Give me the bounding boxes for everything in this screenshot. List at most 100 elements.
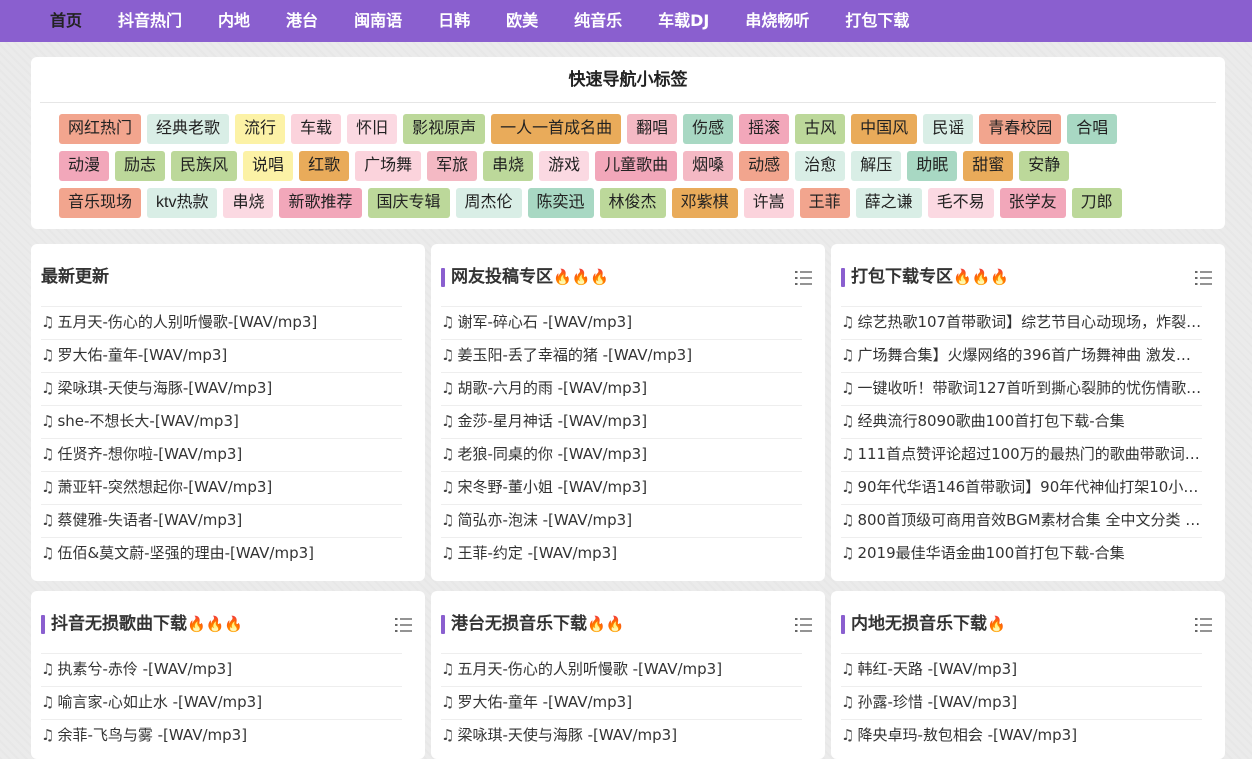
- nav-tag[interactable]: 车载: [291, 114, 342, 144]
- nav-tag[interactable]: 军旅: [427, 151, 478, 181]
- fire-icons: 🔥: [987, 615, 1006, 633]
- list-item[interactable]: ♫ 罗大佑-童年-[WAV/mp3]: [41, 340, 402, 373]
- nav-tag[interactable]: 毛不易: [927, 188, 994, 218]
- list-menu-icon[interactable]: [395, 617, 412, 633]
- list-item[interactable]: ♫ 姜玉阳-丢了幸福的猪 -[WAV/mp3]: [441, 340, 802, 373]
- list-item[interactable]: ♫ 蔡健雅-失语者-[WAV/mp3]: [41, 505, 402, 538]
- nav-tag[interactable]: 安静: [1019, 151, 1070, 181]
- nav-tag[interactable]: 甜蜜: [963, 151, 1014, 181]
- list-item[interactable]: ♫ 广场舞合集】火爆网络的396首广场舞神曲 激发活力: [841, 340, 1202, 373]
- music-note-icon: ♫: [841, 478, 855, 496]
- list-item[interactable]: ♫ she-不想长大-[WAV/mp3]: [41, 406, 402, 439]
- nav-tag[interactable]: 影视原声: [403, 114, 486, 144]
- nav-tag[interactable]: 摇滚: [739, 114, 790, 144]
- nav-tag[interactable]: 中国风: [851, 114, 918, 144]
- list-item[interactable]: ♫800首顶级可商用音效BGM素材合集 全中文分类 免费下载: [841, 505, 1202, 538]
- nav-tag[interactable]: 王菲: [799, 188, 850, 218]
- list-item[interactable]: ♫ 宋冬野-董小姐 -[WAV/mp3]: [441, 472, 802, 505]
- list-item[interactable]: ♫ 韩红-天路 -[WAV/mp3]: [841, 654, 1202, 687]
- nav-tag[interactable]: 林俊杰: [599, 188, 666, 218]
- nav-tag[interactable]: 流行: [235, 114, 286, 144]
- list-item[interactable]: ♫ 90年代华语146首带歌词】90年代神仙打架10小时完整: [841, 472, 1202, 505]
- list-item[interactable]: ♫ 梁咏琪-天使与海豚 -[WAV/mp3]: [441, 720, 802, 753]
- list-item[interactable]: ♫ 综艺热歌107首带歌词】综艺节目心动现场，炸裂全场: [841, 307, 1202, 340]
- list-item[interactable]: ♫ 经典流行8090歌曲100首打包下载-合集: [841, 406, 1202, 439]
- nav-item-jp-kr[interactable]: 日韩: [438, 1, 470, 41]
- nav-tag[interactable]: 动漫: [59, 151, 110, 181]
- nav-tag[interactable]: 青春校园: [979, 114, 1062, 144]
- nav-tag[interactable]: 动感: [739, 151, 790, 181]
- list-item[interactable]: ♫ 111首点赞评论超过100万的最热门的歌曲带歌词合集: [841, 439, 1202, 472]
- list-item[interactable]: ♫ 五月天-伤心的人别听慢歌 -[WAV/mp3]: [441, 654, 802, 687]
- nav-item-medley[interactable]: 串烧畅听: [745, 1, 809, 41]
- list-item[interactable]: ♫ 降央卓玛-敖包相会 -[WAV/mp3]: [841, 720, 1202, 753]
- list-item[interactable]: ♫ 喻言家-心如止水 -[WAV/mp3]: [41, 687, 402, 720]
- nav-tag[interactable]: 陈奕迅: [527, 188, 594, 218]
- nav-tag[interactable]: 合唱: [1067, 114, 1118, 144]
- nav-tag[interactable]: 串烧: [223, 188, 274, 218]
- nav-tag[interactable]: 励志: [115, 151, 166, 181]
- nav-tag[interactable]: 刀郎: [1071, 188, 1122, 218]
- list-menu-icon[interactable]: [1195, 270, 1212, 286]
- list-item[interactable]: ♫ 五月天-伤心的人别听慢歌-[WAV/mp3]: [41, 307, 402, 340]
- nav-tag[interactable]: 串烧: [483, 151, 534, 181]
- nav-tag[interactable]: 怀旧: [347, 114, 398, 144]
- nav-tag[interactable]: 国庆专辑: [367, 188, 450, 218]
- nav-item-bundle-download[interactable]: 打包下载: [845, 1, 909, 41]
- list-item[interactable]: ♫ 老狼-同桌的你 -[WAV/mp3]: [441, 439, 802, 472]
- list-item[interactable]: ♫ 王菲-约定 -[WAV/mp3]: [441, 538, 802, 571]
- list-item[interactable]: ♫ 执素兮-赤伶 -[WAV/mp3]: [41, 654, 402, 687]
- list-item[interactable]: ♫ 任贤齐-想你啦-[WAV/mp3]: [41, 439, 402, 472]
- nav-tag[interactable]: 新歌推荐: [279, 188, 362, 218]
- nav-tag[interactable]: 广场舞: [355, 151, 422, 181]
- nav-tag[interactable]: 许嵩: [743, 188, 794, 218]
- nav-tag[interactable]: 经典老歌: [147, 114, 230, 144]
- list-item[interactable]: ♫ 伍佰&莫文蔚-坚强的理由-[WAV/mp3]: [41, 538, 402, 571]
- list-item[interactable]: ♫ 余菲-飞鸟与雾 -[WAV/mp3]: [41, 720, 402, 753]
- nav-tag[interactable]: 一人一首成名曲: [491, 114, 622, 144]
- nav-tag[interactable]: 儿童歌曲: [595, 151, 678, 181]
- nav-tag[interactable]: ktv热款: [147, 188, 218, 218]
- nav-item-mainland[interactable]: 内地: [218, 1, 250, 41]
- nav-item-western[interactable]: 欧美: [506, 1, 538, 41]
- nav-tag[interactable]: 周杰伦: [455, 188, 522, 218]
- nav-tag[interactable]: 民族风: [171, 151, 238, 181]
- list-item[interactable]: ♫ 谢军-碎心石 -[WAV/mp3]: [441, 307, 802, 340]
- nav-item-hk-tw[interactable]: 港台: [286, 1, 318, 41]
- nav-tag[interactable]: 烟嗓: [683, 151, 734, 181]
- nav-tag[interactable]: 解压: [851, 151, 902, 181]
- nav-tag[interactable]: 游戏: [539, 151, 590, 181]
- nav-item-pure-music[interactable]: 纯音乐: [574, 1, 622, 41]
- nav-tag[interactable]: 治愈: [795, 151, 846, 181]
- list-item[interactable]: ♫ 2019最佳华语金曲100首打包下载-合集: [841, 538, 1202, 571]
- nav-tag[interactable]: 薛之谦: [855, 188, 922, 218]
- list-menu-icon[interactable]: [795, 270, 812, 286]
- list-item[interactable]: ♫ 简弘亦-泡沫 -[WAV/mp3]: [441, 505, 802, 538]
- nav-tag[interactable]: 音乐现场: [59, 188, 142, 218]
- list-item-label: 90年代华语146首带歌词】90年代神仙打架10小时完整: [857, 478, 1202, 496]
- list-menu-icon[interactable]: [1195, 617, 1212, 633]
- list-item[interactable]: ♫ 一键收听！带歌词127首听到撕心裂肺的忧伤情歌合集: [841, 373, 1202, 406]
- list-item[interactable]: ♫ 罗大佑-童年 -[WAV/mp3]: [441, 687, 802, 720]
- list-item[interactable]: ♫ 胡歌-六月的雨 -[WAV/mp3]: [441, 373, 802, 406]
- nav-tag[interactable]: 张学友: [999, 188, 1066, 218]
- nav-tag[interactable]: 古风: [795, 114, 846, 144]
- nav-item-home[interactable]: 首页: [50, 1, 82, 41]
- list-menu-icon[interactable]: [795, 617, 812, 633]
- nav-tag[interactable]: 网红热门: [59, 114, 142, 144]
- nav-tag[interactable]: 伤感: [683, 114, 734, 144]
- nav-item-car-dj[interactable]: 车载DJ: [658, 1, 709, 41]
- nav-tag[interactable]: 民谣: [923, 114, 974, 144]
- list-item[interactable]: ♫ 梁咏琪-天使与海豚-[WAV/mp3]: [41, 373, 402, 406]
- list-item[interactable]: ♫ 萧亚轩-突然想起你-[WAV/mp3]: [41, 472, 402, 505]
- nav-item-minnan[interactable]: 闽南语: [354, 1, 402, 41]
- list-item[interactable]: ♫ 孙露-珍惜 -[WAV/mp3]: [841, 687, 1202, 720]
- nav-tag[interactable]: 翻唱: [627, 114, 678, 144]
- list-item-label: 胡歌-六月的雨 -[WAV/mp3]: [457, 379, 648, 397]
- nav-tag[interactable]: 助眠: [907, 151, 958, 181]
- nav-tag[interactable]: 邓紫棋: [671, 188, 738, 218]
- list-item[interactable]: ♫ 金莎-星月神话 -[WAV/mp3]: [441, 406, 802, 439]
- nav-tag[interactable]: 说唱: [243, 151, 294, 181]
- nav-item-douyin-hot[interactable]: 抖音热门: [118, 1, 182, 41]
- nav-tag[interactable]: 红歌: [299, 151, 350, 181]
